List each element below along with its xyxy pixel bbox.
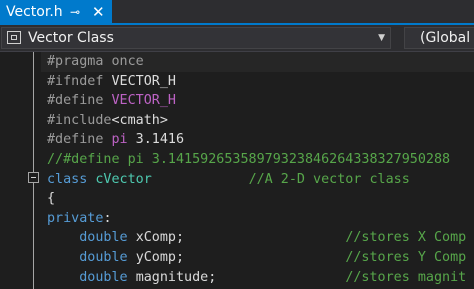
- collapse-icon[interactable]: [28, 172, 39, 183]
- code-token: double: [79, 230, 128, 246]
- code-line[interactable]: {: [47, 189, 474, 209]
- code-token: yComp: [135, 249, 176, 265]
- code-line[interactable]: #ifndef VECTOR_H: [47, 72, 474, 92]
- code-token: {: [47, 191, 56, 207]
- class-dropdown[interactable]: Vector Class ▼: [1, 27, 391, 49]
- code-token: #ifndef: [47, 73, 112, 89]
- code-line[interactable]: double xComp; //stores X Comp: [47, 228, 474, 248]
- code-token: double: [79, 249, 128, 265]
- navigation-bar: Vector Class ▼ (Global S: [0, 25, 474, 52]
- code-token: class: [47, 171, 96, 187]
- tab-title: Vector.h: [6, 4, 63, 20]
- pin-icon[interactable]: ⊸: [70, 0, 80, 25]
- code-token: #include: [47, 112, 112, 128]
- editor-gutter: [0, 52, 22, 289]
- close-icon[interactable]: ✕: [92, 0, 105, 25]
- code-token: #define: [47, 93, 112, 109]
- outline-line: [33, 52, 34, 172]
- scope-dropdown[interactable]: (Global S: [404, 27, 474, 49]
- code-token: VECTOR_H: [111, 73, 177, 89]
- code-line[interactable]: class cVector //A 2-D vector class: [47, 170, 474, 190]
- code-token: cVector: [95, 171, 152, 187]
- code-token: pi: [111, 132, 128, 148]
- code-token: 3.1416: [127, 132, 185, 148]
- code-editor[interactable]: #pragma once #ifndef VECTOR_H #define VECT…: [41, 52, 474, 288]
- class-icon: [7, 31, 21, 44]
- code-line[interactable]: #include<cmath>: [47, 111, 474, 131]
- code-token: <cmath>: [111, 112, 168, 128]
- code-token: //stores Y Comp: [345, 249, 467, 265]
- code-token: #define: [47, 132, 112, 148]
- tab-vector-h[interactable]: Vector.h ⊸ ✕: [0, 0, 112, 25]
- code-token: #pragma once: [47, 54, 144, 69]
- code-line[interactable]: //#define pi 3.1415926535897932384626433…: [47, 150, 474, 170]
- code-token: VECTOR_H: [111, 93, 177, 109]
- document-tab-strip: Vector.h ⊸ ✕: [0, 0, 474, 25]
- chevron-down-icon[interactable]: ▼: [378, 28, 385, 48]
- code-token: :: [103, 210, 112, 226]
- code-token: ;: [208, 269, 346, 285]
- outline-line: [33, 183, 34, 289]
- code-token: //#define pi 3.1415926535897932384626433…: [47, 151, 451, 167]
- code-token: ;: [176, 230, 346, 246]
- class-dropdown-value: Vector Class: [28, 30, 114, 46]
- scope-dropdown-value: (Global S: [420, 30, 474, 46]
- code-token: private: [47, 210, 104, 226]
- code-line[interactable]: double yComp; //stores Y Comp: [47, 248, 474, 268]
- code-token: ;: [176, 249, 346, 265]
- code-line[interactable]: #pragma once: [41, 52, 474, 72]
- code-token: xComp: [135, 230, 176, 246]
- code-token: //stores magnit: [345, 269, 467, 285]
- code-line[interactable]: #define VECTOR_H: [47, 91, 474, 111]
- code-token: double: [79, 269, 128, 285]
- code-line[interactable]: #define pi 3.1416: [47, 130, 474, 150]
- code-token: //A 2-D vector class: [248, 171, 410, 187]
- code-token: magnitude: [135, 269, 209, 285]
- code-line[interactable]: private:: [47, 209, 474, 229]
- code-line[interactable]: double magnitude; //stores magnit: [47, 268, 474, 288]
- code-token: //stores X Comp: [345, 230, 467, 246]
